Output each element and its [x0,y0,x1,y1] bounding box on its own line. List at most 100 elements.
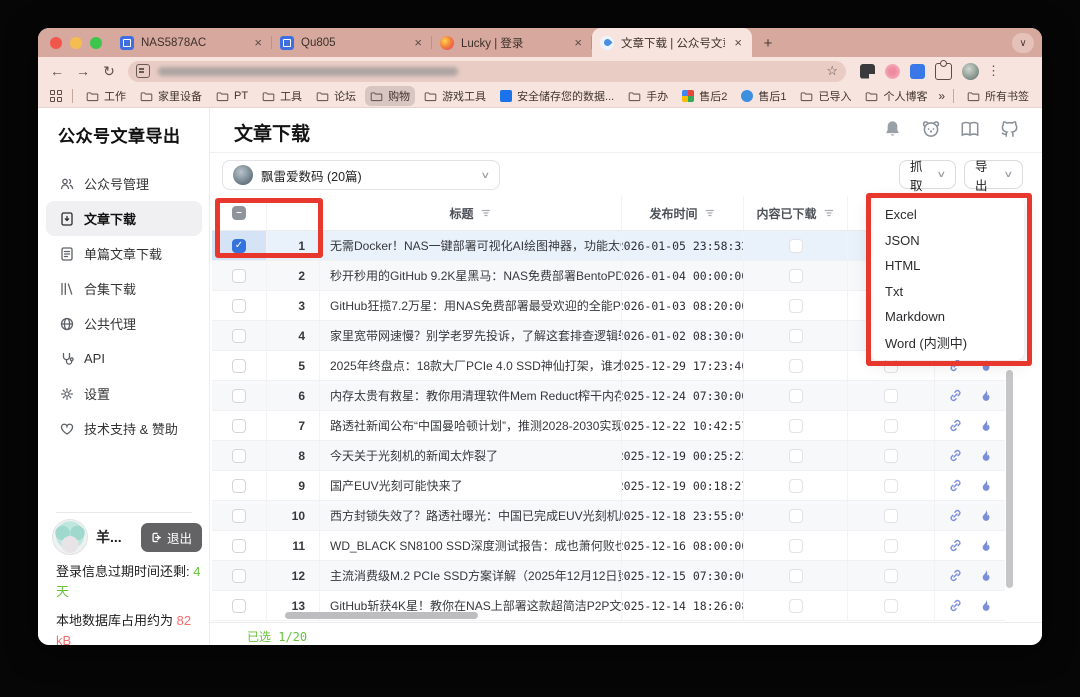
content-downloaded-checkbox[interactable] [789,599,803,613]
row-checkbox[interactable] [232,479,246,493]
link-icon[interactable] [948,598,963,613]
row-checkbox[interactable] [232,509,246,523]
extension-icon-dark[interactable] [860,64,875,79]
content-downloaded-cell[interactable] [744,561,848,590]
browser-tab-1[interactable]: Qu805× [272,28,432,57]
link-icon[interactable] [948,478,963,493]
tab-close-icon[interactable]: × [572,36,584,49]
content-downloaded-checkbox[interactable] [789,479,803,493]
hidden-column-cell[interactable] [848,381,935,410]
link-icon[interactable] [948,388,963,403]
hidden-column-checkbox[interactable] [884,509,898,523]
content-downloaded-checkbox[interactable] [789,509,803,523]
sidebar-item-0[interactable]: 公众号管理 [46,166,202,201]
table-row-11[interactable]: 11WD_BLACK SN8100 SSD深度测试报告：成也萧何败也萧何，...… [212,531,1005,561]
bookmark-item-3[interactable]: 工具 [257,86,307,106]
content-downloaded-cell[interactable] [744,591,848,620]
flame-icon[interactable] [979,508,993,523]
close-window-button[interactable] [50,37,62,49]
new-tab-button[interactable]: + [756,31,780,55]
content-downloaded-cell[interactable] [744,231,848,260]
flame-icon[interactable] [979,538,993,553]
hidden-column-checkbox[interactable] [884,449,898,463]
hidden-column-cell[interactable] [848,531,935,560]
horizontal-scrollbar[interactable] [285,612,478,619]
content-downloaded-cell[interactable] [744,351,848,380]
hidden-column-checkbox[interactable] [884,569,898,583]
table-row-8[interactable]: 8今天关于光刻机的新闻太炸裂了2025-12-19 00:25:23 [212,441,1005,471]
tab-close-icon[interactable]: × [732,36,744,49]
content-downloaded-checkbox[interactable] [789,359,803,373]
bookmark-item-11[interactable]: 已导入 [795,86,856,106]
content-downloaded-cell[interactable] [744,471,848,500]
content-downloaded-cell[interactable] [744,291,848,320]
logout-button[interactable]: 退出 [141,523,202,552]
site-info-icon[interactable] [136,64,150,78]
flame-icon[interactable] [979,478,993,493]
sidebar-item-2[interactable]: 单篇文章下载 [46,236,202,271]
content-downloaded-checkbox[interactable] [789,419,803,433]
table-row-9[interactable]: 9国产EUV光刻可能快来了2025-12-19 00:18:27 [212,471,1005,501]
book-icon[interactable] [959,118,981,140]
bookmark-item-1[interactable]: 家里设备 [135,86,207,106]
bookmark-item-7[interactable]: 安全储存您的数据... [495,86,619,106]
extension-icon-pink[interactable] [885,64,900,79]
link-icon[interactable] [948,448,963,463]
filter-icon[interactable] [480,207,492,219]
browser-tab-0[interactable]: NAS5878AC× [112,28,272,57]
maximize-window-button[interactable] [90,37,102,49]
bookmark-item-6[interactable]: 游戏工具 [419,86,491,106]
back-icon[interactable]: ← [44,63,70,79]
hidden-column-checkbox[interactable] [884,479,898,493]
browser-profile-avatar[interactable] [962,63,979,80]
row-checkbox[interactable] [232,329,246,343]
row-select-cell[interactable] [212,471,267,500]
sidebar-item-1[interactable]: 文章下载 [46,201,202,236]
flame-icon[interactable] [979,568,993,583]
bookmark-item-10[interactable]: 售后1 [736,86,791,106]
row-checkbox[interactable] [232,449,246,463]
row-select-cell[interactable] [212,501,267,530]
filter-icon[interactable] [704,207,716,219]
hidden-column-cell[interactable] [848,561,935,590]
row-select-cell[interactable] [212,561,267,590]
extension-icon-blue[interactable] [910,64,925,79]
vertical-scrollbar[interactable] [1006,370,1013,588]
bookmark-item-4[interactable]: 论坛 [311,86,361,106]
forward-icon[interactable]: → [70,63,96,79]
filter-icon[interactable] [823,207,835,219]
apps-grid-icon[interactable] [50,90,62,102]
bookmark-item-5[interactable]: 购物 [365,86,415,106]
hidden-column-checkbox[interactable] [884,539,898,553]
all-bookmarks-button[interactable]: 所有书签 [962,86,1034,106]
fetch-button[interactable]: 抓取∨ [899,160,956,189]
browser-tab-3[interactable]: 文章下载 | 公众号文章导出× [592,28,752,57]
hidden-column-checkbox[interactable] [884,389,898,403]
content-downloaded-checkbox[interactable] [789,239,803,253]
flame-icon[interactable] [979,598,993,613]
bookmark-item-8[interactable]: 手办 [623,86,673,106]
row-select-cell[interactable] [212,411,267,440]
content-downloaded-checkbox[interactable] [789,299,803,313]
reload-icon[interactable]: ↻ [96,63,122,80]
content-downloaded-cell[interactable] [744,381,848,410]
sidebar-item-3[interactable]: 合集下载 [46,271,202,306]
content-downloaded-checkbox[interactable] [789,539,803,553]
content-downloaded-cell[interactable] [744,411,848,440]
link-icon[interactable] [948,418,963,433]
row-checkbox[interactable] [232,419,246,433]
content-downloaded-cell[interactable] [744,501,848,530]
row-checkbox[interactable] [232,569,246,583]
bookmark-item-12[interactable]: 个人博客 [860,86,932,106]
sidebar-item-6[interactable]: 设置 [46,376,202,411]
row-select-cell[interactable] [212,441,267,470]
row-checkbox[interactable] [232,299,246,313]
row-select-cell[interactable] [212,321,267,350]
content-downloaded-cell[interactable] [744,321,848,350]
export-button[interactable]: 导出∨ [964,160,1023,189]
hidden-column-checkbox[interactable] [884,599,898,613]
table-row-7[interactable]: 7路透社新闻公布“中国曼哈顿计划”，推测2028-2030实现商用2025-12… [212,411,1005,441]
row-select-cell[interactable] [212,531,267,560]
content-downloaded-cell[interactable] [744,531,848,560]
flame-icon[interactable] [979,418,993,433]
